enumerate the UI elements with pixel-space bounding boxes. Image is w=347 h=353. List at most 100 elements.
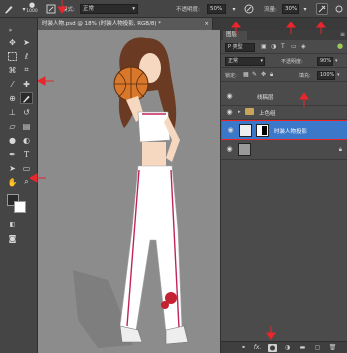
visibility-eye-icon[interactable]: ◉	[225, 108, 234, 117]
crop-tool-icon[interactable]: ⌗	[20, 64, 33, 76]
lock-position-icon[interactable]: ✥	[261, 71, 266, 78]
flow-dropdown-icon[interactable]: ▾	[299, 3, 311, 15]
eyedropper-tool-icon[interactable]: ⁄	[6, 78, 19, 90]
filter-shape-icon[interactable]: ▭	[291, 43, 297, 50]
filter-type-icon[interactable]: T	[281, 43, 285, 50]
layer-thumbnail	[239, 124, 252, 137]
chevron-down-icon: ▾	[260, 58, 263, 64]
filter-pixel-icon[interactable]: ▣	[261, 43, 267, 50]
document-tab[interactable]: 时装人物.psd @ 18% (时装人物投影, RGB/8) * ×	[38, 18, 213, 30]
close-document-icon[interactable]: ×	[204, 18, 209, 30]
fx-button[interactable]: fx.	[253, 344, 262, 352]
healing-brush-tool-icon[interactable]: ⊕	[6, 92, 19, 104]
layer-name: 上色组	[259, 111, 276, 117]
lock-image-icon[interactable]: ✎	[252, 71, 257, 78]
annotation-arrow-brush-preset	[57, 0, 67, 14]
layer-opacity-label: 不透明度:	[281, 59, 303, 65]
type-tool-icon[interactable]: T	[20, 148, 33, 160]
opacity-label: 不透明度:	[176, 7, 200, 13]
flow-field[interactable]: 30%	[282, 4, 299, 14]
mode-value: 正常	[83, 6, 95, 12]
lock-transparent-icon[interactable]: ▦	[243, 71, 249, 78]
background-color-swatch[interactable]	[14, 201, 26, 213]
gradient-tool-icon[interactable]: ▤	[20, 120, 33, 132]
marquee-tool-icon[interactable]	[6, 50, 19, 62]
layer-mask-thumbnail	[256, 124, 269, 137]
folder-icon	[245, 108, 254, 115]
quick-mask-icon[interactable]: ◙	[6, 232, 19, 244]
eraser-tool-icon[interactable]: ▱	[6, 120, 19, 132]
lasso-tool-icon[interactable]: ℓ	[20, 50, 33, 62]
brush-size-value: 1000	[26, 8, 38, 14]
clone-stamp-tool-icon[interactable]: ⊥	[6, 106, 19, 118]
fill-dropdown-icon[interactable]: ▾	[337, 72, 340, 78]
blur-tool-icon[interactable]: ●	[6, 134, 19, 146]
pen-tool-icon[interactable]: ✒	[6, 148, 19, 160]
visibility-eye-icon[interactable]: ◉	[225, 92, 234, 101]
layer-name: 时装人物投影	[274, 129, 308, 135]
opacity-dropdown-icon[interactable]: ▾	[335, 58, 338, 64]
visibility-eye-icon[interactable]: ◉	[225, 145, 234, 154]
blend-mode-select[interactable]: 正常 ▾	[225, 57, 265, 66]
lock-all-icon[interactable]: 🔒︎	[270, 71, 273, 79]
add-mask-icon[interactable]	[268, 344, 277, 352]
layer-row-lineart[interactable]: ◉ 线稿层	[221, 88, 347, 106]
spot-heal-tool-icon[interactable]: ✚	[20, 78, 33, 90]
layer-thumbnail	[238, 143, 251, 156]
layer-row-background[interactable]: ◉ 🔒︎	[221, 140, 347, 160]
pressure-size-icon[interactable]	[333, 3, 345, 15]
filter-smart-icon[interactable]: ◈	[301, 43, 306, 50]
brush-tool-icon[interactable]	[3, 3, 15, 15]
opacity-field[interactable]: 50%	[207, 4, 226, 14]
layer-opacity-field[interactable]: 90%	[317, 57, 333, 66]
new-layer-icon[interactable]: ▢	[313, 344, 322, 352]
crop-top	[137, 111, 171, 143]
lock-row: 锁定: ▦ ✎ ✥ 🔒︎ 填充: 100% ▾	[221, 68, 347, 82]
panel-menu-icon[interactable]: ≡	[340, 31, 345, 38]
pressure-opacity-icon[interactable]	[243, 3, 255, 15]
opacity-dropdown-icon[interactable]: ▾	[228, 3, 240, 15]
flow-label: 流量:	[264, 7, 277, 13]
fill-field[interactable]: 100%	[317, 71, 335, 80]
brush-dot-icon: ●	[28, 0, 36, 9]
link-layers-icon[interactable]: ⚭	[239, 344, 248, 352]
layer-name: 线稿层	[257, 95, 274, 101]
blend-mode-value: 正常	[228, 58, 239, 64]
layer-kind-filter[interactable]: P 类型	[225, 43, 255, 52]
document-tab-bar: 时装人物.psd @ 18% (时装人物投影, RGB/8) * ×	[38, 18, 347, 30]
airbrush-icon[interactable]	[316, 3, 328, 15]
new-group-icon[interactable]: ▬	[298, 344, 307, 352]
filter-toggle-icon[interactable]: ●	[337, 42, 343, 50]
move-arrow-icon[interactable]: ➤	[20, 36, 33, 48]
group-expand-icon[interactable]: ▸	[238, 109, 241, 115]
fill-label: 填充:	[299, 73, 311, 79]
brush-tool-active-icon[interactable]	[20, 92, 33, 104]
document-title: 时装人物.psd @ 18% (时装人物投影, RGB/8) *	[42, 21, 162, 27]
layer-row-color-group[interactable]: ◉ ▸ 上色组	[221, 106, 347, 120]
adjustment-layer-icon[interactable]: ◑	[283, 344, 292, 352]
annotation-arrow-brush-tool	[38, 76, 54, 86]
blend-row: 正常 ▾ 不透明度: 90% ▾	[221, 54, 347, 68]
hand-tool-icon[interactable]: ✋	[6, 176, 19, 188]
default-colors-icon[interactable]: ◧	[6, 218, 19, 230]
fashion-figure-illustration	[73, 37, 189, 348]
annotation-arrow-foreground-color	[30, 173, 46, 183]
dodge-tool-icon[interactable]: ◐	[20, 134, 33, 146]
collapse-toolbox-icon[interactable]: »	[4, 24, 17, 36]
filter-adjust-icon[interactable]: ◑	[271, 43, 276, 50]
filter-row: P 类型 ▣ ◑ T ▭ ◈ ●	[221, 40, 347, 54]
mode-select[interactable]: 正常 ▾	[80, 4, 138, 14]
move-tool-icon[interactable]: ✥	[6, 36, 19, 48]
quick-select-tool-icon[interactable]: ⌘	[6, 64, 19, 76]
annotation-arrow-opacity	[230, 22, 242, 34]
options-bar: ▾ ● 1000 模式: 正常 ▾ 不透明度: 50% ▾ 流量: 30% ▾	[0, 0, 347, 18]
annotation-arrow-add-mask	[266, 326, 276, 340]
history-brush-tool-icon[interactable]: ↺	[20, 106, 33, 118]
canvas-area[interactable]	[38, 30, 220, 353]
lock-icon: 🔒︎	[338, 146, 342, 153]
layer-row-shadow-selected[interactable]: ◉ 时装人物投影	[221, 120, 347, 140]
path-select-tool-icon[interactable]: ➤	[6, 162, 19, 174]
visibility-eye-icon[interactable]: ◉	[226, 126, 235, 135]
delete-layer-icon[interactable]: 🗑︎	[328, 344, 337, 352]
brush-preset-picker[interactable]: ● 1000	[26, 0, 38, 14]
